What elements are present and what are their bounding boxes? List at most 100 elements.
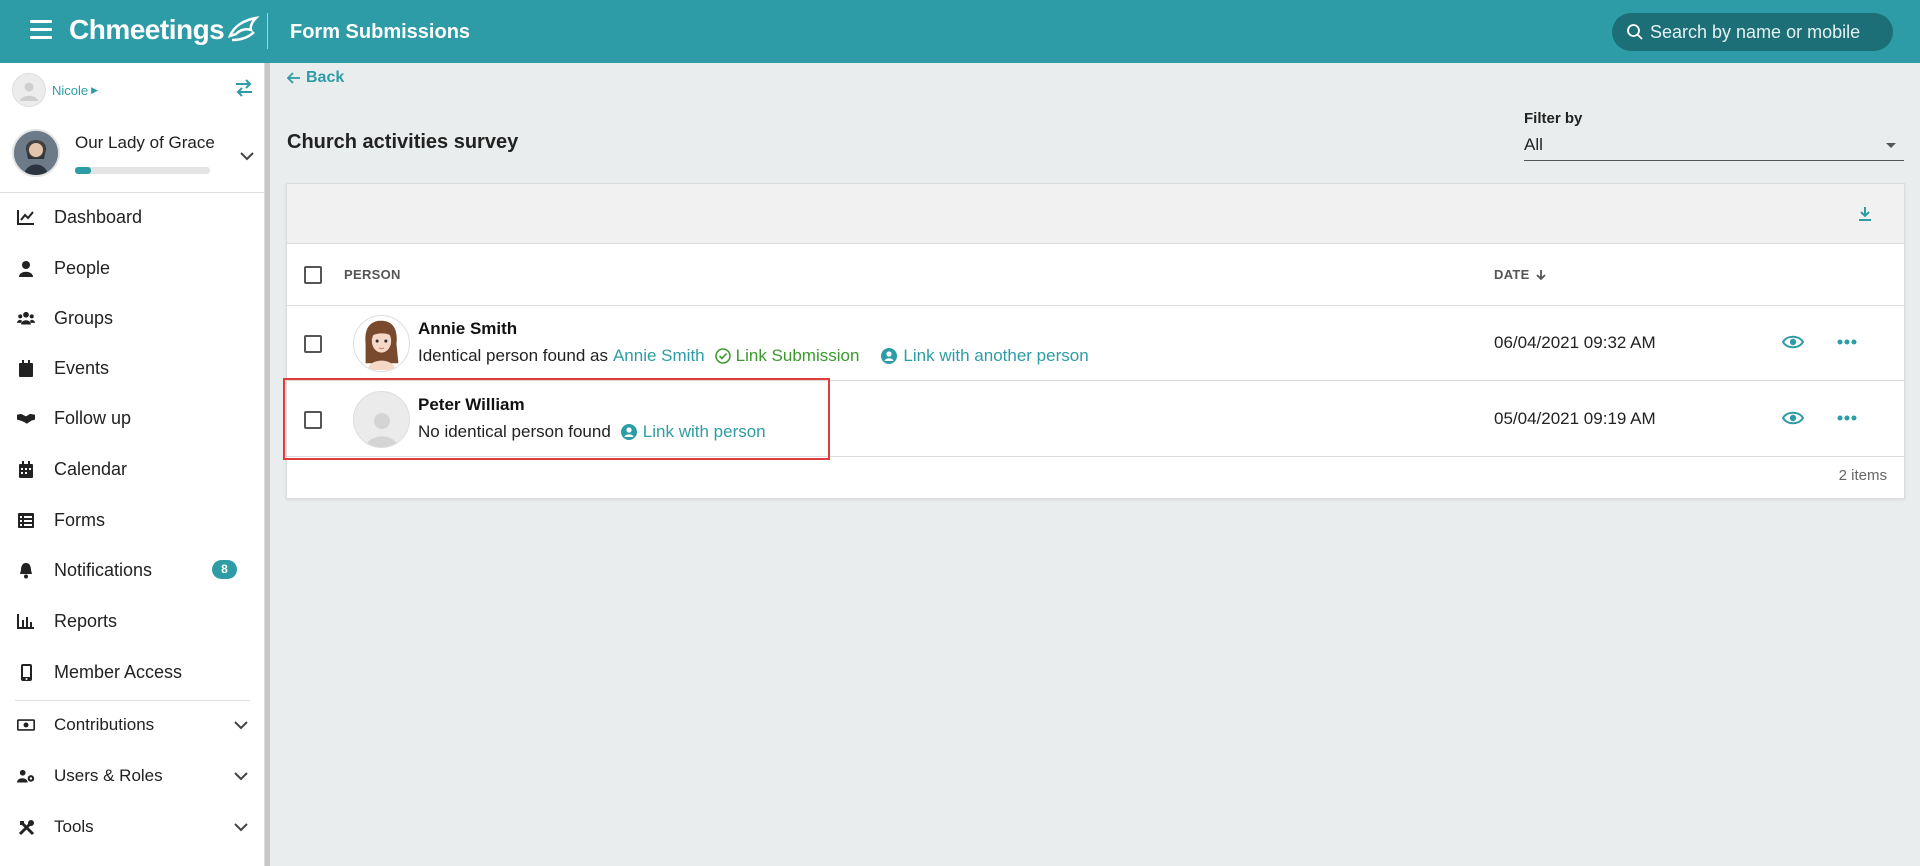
sidebar-item-contributions[interactable]: Contributions [0, 703, 265, 747]
church-image-icon [14, 131, 58, 175]
match-status-text: Identical person found as [418, 346, 608, 365]
match-status-text: No identical person found [418, 422, 611, 441]
check-circle-icon [714, 348, 731, 364]
filter-value: All [1524, 135, 1543, 154]
sidebar-divider [0, 192, 265, 193]
users-cog-icon [17, 767, 35, 785]
bell-icon [17, 561, 35, 579]
search-icon [1627, 24, 1643, 40]
link-with-person-button[interactable]: Link with person [620, 422, 766, 442]
church-progress-fill [75, 167, 92, 174]
user-name: Nicole [52, 82, 89, 98]
chevron-down-icon[interactable] [240, 151, 254, 161]
search-box[interactable] [1612, 13, 1893, 51]
sort-down-icon [1535, 269, 1546, 280]
sidebar-item-users-roles[interactable]: Users & Roles [0, 754, 265, 798]
church-progress-bar [75, 167, 210, 174]
chevron-down-icon [234, 823, 248, 832]
more-options-icon[interactable] [1837, 415, 1857, 421]
sidebar-item-dashboard[interactable]: Dashboard [0, 195, 265, 239]
back-link[interactable]: Back [287, 69, 344, 87]
sidebar-item-label: Groups [54, 307, 114, 328]
caret-down-icon [1886, 142, 1896, 148]
sidebar-item-people[interactable]: People [0, 246, 265, 290]
calendar-block-icon [17, 359, 35, 377]
logo[interactable]: Chmeetings [69, 14, 260, 46]
back-label: Back [306, 69, 345, 86]
church-avatar [12, 129, 60, 177]
arrow-left-icon [287, 72, 300, 84]
sidebar-item-member-access[interactable]: Member Access [0, 650, 265, 694]
person-avatar [353, 391, 410, 448]
sidebar-item-label: Users & Roles [54, 766, 163, 785]
sidebar-item-tools[interactable]: Tools [0, 805, 265, 849]
search-input[interactable] [1650, 21, 1880, 43]
notification-count-badge: 8 [212, 560, 237, 579]
money-icon [17, 716, 35, 734]
sidebar-divider [15, 700, 250, 701]
sidebar-item-groups[interactable]: Groups [0, 296, 265, 340]
sidebar-item-label: Follow up [54, 407, 132, 428]
user-placeholder-icon [365, 413, 398, 447]
table-row[interactable]: Annie Smith Identical person found as An… [287, 306, 1904, 381]
table-row[interactable]: Peter William No identical person found … [287, 382, 1904, 457]
view-eye-icon[interactable] [1782, 410, 1804, 426]
person-name: Peter William [418, 395, 525, 414]
sidebar-item-calendar[interactable]: Calendar [0, 447, 265, 491]
download-icon[interactable] [1858, 206, 1872, 222]
person-avatar [353, 315, 410, 372]
sidebar-item-label: Dashboard [54, 206, 143, 227]
switch-arrows-icon[interactable] [234, 79, 254, 97]
dove-logo-icon [228, 16, 260, 42]
sidebar-scrollbar[interactable] [265, 63, 270, 866]
select-all-checkbox[interactable] [304, 266, 322, 284]
user-circle-icon [881, 348, 898, 364]
sidebar-item-events[interactable]: Events [0, 346, 265, 390]
match-status: Identical person found as Annie Smith Li… [418, 346, 1089, 366]
submissions-table-card: PERSON DATE Annie Smith Identical person… [286, 183, 1905, 499]
more-options-icon[interactable] [1837, 339, 1857, 345]
church-selector[interactable]: Our Lady of Grace [12, 129, 215, 177]
sidebar-item-reports[interactable]: Reports [0, 599, 265, 643]
chevron-down-icon [234, 721, 248, 730]
church-name: Our Lady of Grace [75, 133, 215, 152]
column-header-person[interactable]: PERSON [344, 267, 401, 282]
sidebar-item-label: Events [54, 357, 110, 378]
link-submission-button[interactable]: Link Submission [714, 346, 860, 366]
survey-title: Church activities survey [287, 131, 519, 153]
link-another-person-button[interactable]: Link with another person [881, 346, 1089, 366]
menu-icon[interactable] [30, 20, 52, 40]
sidebar-item-label: Notifications [54, 559, 153, 580]
filter-select[interactable]: All [1524, 130, 1904, 161]
list-icon [17, 511, 35, 529]
link-submission-label: Link Submission [735, 346, 860, 365]
sidebar-item-label: Reports [54, 610, 118, 631]
sidebar-item-label: Forms [54, 509, 105, 530]
view-eye-icon[interactable] [1782, 334, 1804, 350]
person-icon [17, 259, 35, 277]
items-count: 2 items [1838, 467, 1887, 484]
link-with-person-label: Link with person [642, 422, 766, 441]
sidebar-item-label: Member Access [54, 661, 183, 682]
matched-person-link[interactable]: Annie Smith [613, 346, 705, 366]
handshake-icon [17, 409, 35, 427]
column-header-date[interactable]: DATE [1494, 267, 1546, 282]
tools-icon [17, 818, 35, 836]
row-checkbox[interactable] [304, 411, 322, 429]
sidebar-item-notifications[interactable]: Notifications 8 [0, 548, 265, 592]
sidebar-item-label: Contributions [54, 715, 155, 734]
sidebar-item-forms[interactable]: Forms [0, 498, 265, 542]
filter-label: Filter by [1524, 110, 1583, 127]
caret-right-icon: ▶ [91, 84, 99, 95]
chart-line-icon [17, 208, 35, 226]
calendar-icon [17, 460, 35, 478]
link-another-person-label: Link with another person [903, 346, 1089, 365]
users-icon [17, 309, 35, 327]
user-menu[interactable]: Nicole ▶ [12, 73, 98, 107]
row-checkbox[interactable] [304, 335, 322, 353]
chevron-down-icon [234, 772, 248, 781]
column-header-date-label: DATE [1494, 267, 1530, 282]
sidebar-item-follow-up[interactable]: Follow up [0, 396, 265, 440]
page-title: Form Submissions [290, 21, 471, 43]
person-name: Annie Smith [418, 319, 518, 338]
